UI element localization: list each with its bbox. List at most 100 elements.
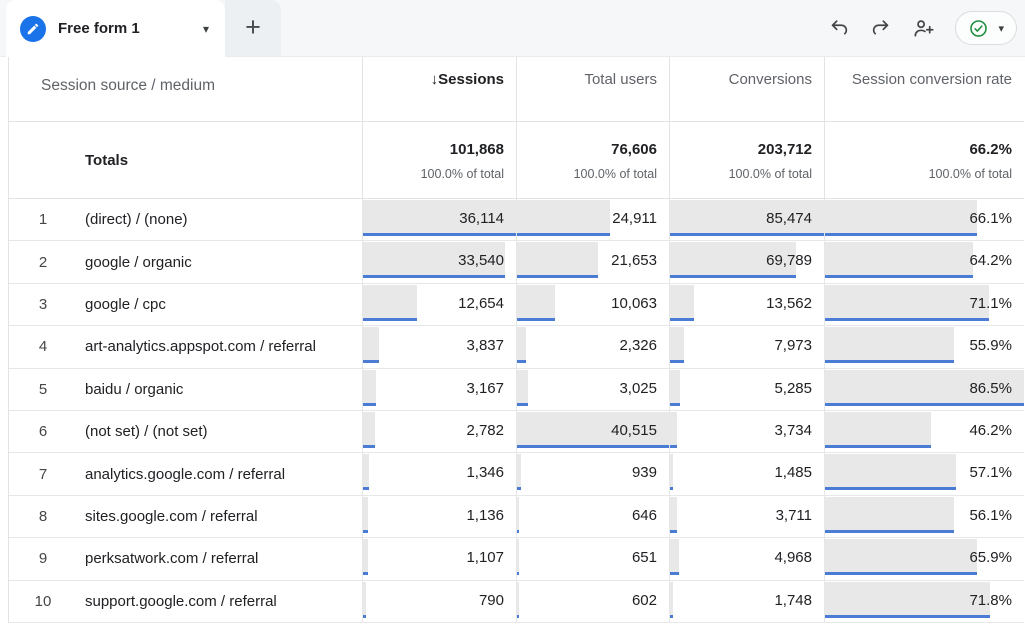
totals-percent: 100.0% of total — [825, 167, 1012, 181]
value-bar — [363, 327, 379, 360]
table-row[interactable]: 2google / organic33,54021,65369,78964.2% — [9, 241, 1024, 283]
metric-cell[interactable]: 57.1% — [824, 453, 1024, 494]
value-bar — [825, 242, 973, 275]
table-row[interactable]: 3google / cpc12,65410,06313,56271.1% — [9, 284, 1024, 326]
metric-cell[interactable]: 69,789 — [669, 241, 824, 282]
value-bar — [825, 497, 954, 530]
totals-row: Totals 101,868 100.0% of total 76,606 10… — [9, 122, 1024, 199]
metric-cell[interactable]: 602 — [516, 581, 669, 622]
metric-value: 86.5% — [969, 371, 1012, 406]
metric-value: 64.2% — [969, 243, 1012, 278]
table-row[interactable]: 5baidu / organic3,1673,0255,28586.5% — [9, 369, 1024, 411]
metric-value: 46.2% — [969, 413, 1012, 448]
metric-value: 2,326 — [619, 328, 657, 363]
metric-cell[interactable]: 2,326 — [516, 326, 669, 367]
metric-cell[interactable]: 33,540 — [362, 241, 516, 282]
table-row[interactable]: 8sites.google.com / referral1,1366463,71… — [9, 496, 1024, 538]
dimension-cell: 4art-analytics.appspot.com / referral — [9, 326, 362, 367]
value-bar-underline — [670, 318, 694, 321]
value-bar — [517, 285, 555, 318]
value-bar-underline — [825, 445, 931, 448]
metric-cell[interactable]: 12,654 — [362, 284, 516, 325]
metric-cell[interactable]: 3,167 — [362, 369, 516, 410]
metric-cell[interactable]: 1,346 — [362, 453, 516, 494]
metric-cell[interactable]: 2,782 — [362, 411, 516, 452]
table-row[interactable]: 9perksatwork.com / referral 1,107 651 4,968… — [9, 538, 1024, 580]
table-body: 1(direct) / (none)36,11424,91185,47466.1… — [9, 199, 1024, 623]
metric-cell[interactable]: 65.9% — [824, 538, 1024, 579]
column-header-session-conversion-rate[interactable]: Session conversion rate — [824, 57, 1024, 121]
value-bar — [670, 285, 694, 318]
dimension-value: (not set) / (not set) — [85, 423, 208, 440]
toolbar: ▾ — [281, 0, 1025, 56]
metric-cell[interactable]: 3,734 — [669, 411, 824, 452]
dimension-value: google / cpc — [85, 296, 166, 313]
metric-cell[interactable]: 4,968 — [669, 538, 824, 579]
tab-free-form-1[interactable]: Free form 1 ▾ — [6, 0, 225, 57]
column-header-total-users[interactable]: Total users — [516, 57, 669, 121]
table-row[interactable]: 10support.google.com / referral7906021,7… — [9, 581, 1024, 623]
metric-cell[interactable]: 24,911 — [516, 199, 669, 240]
metric-cell[interactable]: 46.2% — [824, 411, 1024, 452]
dimension-value: art-analytics.appspot.com / referral — [85, 338, 316, 355]
metric-value: 55.9% — [969, 328, 1012, 363]
value-bar-underline — [825, 615, 990, 618]
add-tab-button[interactable]: + — [225, 0, 281, 56]
dimension-value: perksatwork.com / referral — [85, 550, 258, 567]
value-bar — [363, 370, 376, 403]
metric-cell[interactable]: 3,711 — [669, 496, 824, 537]
metric-cell[interactable]: 36,114 — [362, 199, 516, 240]
table-row[interactable]: 4art-analytics.appspot.com / referral3,8… — [9, 326, 1024, 368]
value-bar-underline — [670, 530, 677, 533]
validation-status-button[interactable]: ▾ — [955, 11, 1017, 45]
dimension-value: baidu / organic — [85, 381, 183, 398]
metric-cell[interactable]: 3,025 — [516, 369, 669, 410]
metric-cell[interactable]: 1,136 — [362, 496, 516, 537]
metric-cell[interactable]: 13,562 — [669, 284, 824, 325]
table-row[interactable]: 6(not set) / (not set)2,78240,5153,73446… — [9, 411, 1024, 453]
metric-cell[interactable]: 10,063 — [516, 284, 669, 325]
undo-button[interactable] — [821, 10, 857, 46]
metric-cell[interactable]: 56.1% — [824, 496, 1024, 537]
metric-cell[interactable]: 71.1% — [824, 284, 1024, 325]
table-row[interactable]: 1(direct) / (none)36,11424,91185,47466.1… — [9, 199, 1024, 241]
value-bar-underline — [517, 615, 519, 618]
metric-value: 1,136 — [466, 498, 504, 533]
metric-cell[interactable]: 1,485 — [669, 453, 824, 494]
metric-cell[interactable]: 64.2% — [824, 241, 1024, 282]
metric-cell[interactable]: 5,285 — [669, 369, 824, 410]
metric-cell[interactable]: 86.5% — [824, 369, 1024, 410]
metric-cell[interactable]: 66.1% — [824, 199, 1024, 240]
value-bar — [670, 582, 673, 615]
chevron-down-icon[interactable]: ▾ — [199, 18, 213, 40]
metric-cell[interactable]: 939 — [516, 453, 669, 494]
column-header-sessions[interactable]: ↓Sessions — [362, 57, 516, 121]
metric-cell[interactable]: 3,837 — [362, 326, 516, 367]
metric-cell[interactable]: 1,107 — [362, 538, 516, 579]
metric-cell[interactable]: 55.9% — [824, 326, 1024, 367]
metric-cell[interactable]: 85,474 — [669, 199, 824, 240]
dimension-value: support.google.com / referral — [85, 593, 277, 610]
metric-value: 4,968 — [774, 540, 812, 575]
metric-value: 71.8% — [969, 583, 1012, 618]
metric-cell[interactable]: 40,515 — [516, 411, 669, 452]
metric-cell[interactable]: 646 — [516, 496, 669, 537]
metric-cell[interactable]: 790 — [362, 581, 516, 622]
redo-button[interactable] — [863, 10, 899, 46]
dimension-cell: 9perksatwork.com / referral — [9, 538, 362, 579]
metric-value: 1,107 — [466, 540, 504, 575]
dimension-column-header[interactable]: Session source / medium — [9, 57, 362, 121]
table-row[interactable]: 7analytics.google.com / referral1,346939… — [9, 453, 1024, 495]
add-collaborator-button[interactable] — [905, 10, 941, 46]
value-bar — [517, 327, 526, 360]
metric-cell[interactable]: 651 — [516, 538, 669, 579]
value-bar — [825, 285, 989, 318]
totals-percent: 100.0% of total — [363, 167, 504, 181]
metric-cell[interactable]: 21,653 — [516, 241, 669, 282]
column-header-conversions[interactable]: Conversions — [669, 57, 824, 121]
metric-value: 651 — [632, 540, 657, 575]
metric-cell[interactable]: 1,748 — [669, 581, 824, 622]
dimension-cell: 1(direct) / (none) — [9, 199, 362, 240]
metric-cell[interactable]: 7,973 — [669, 326, 824, 367]
metric-cell[interactable]: 71.8% — [824, 581, 1024, 622]
